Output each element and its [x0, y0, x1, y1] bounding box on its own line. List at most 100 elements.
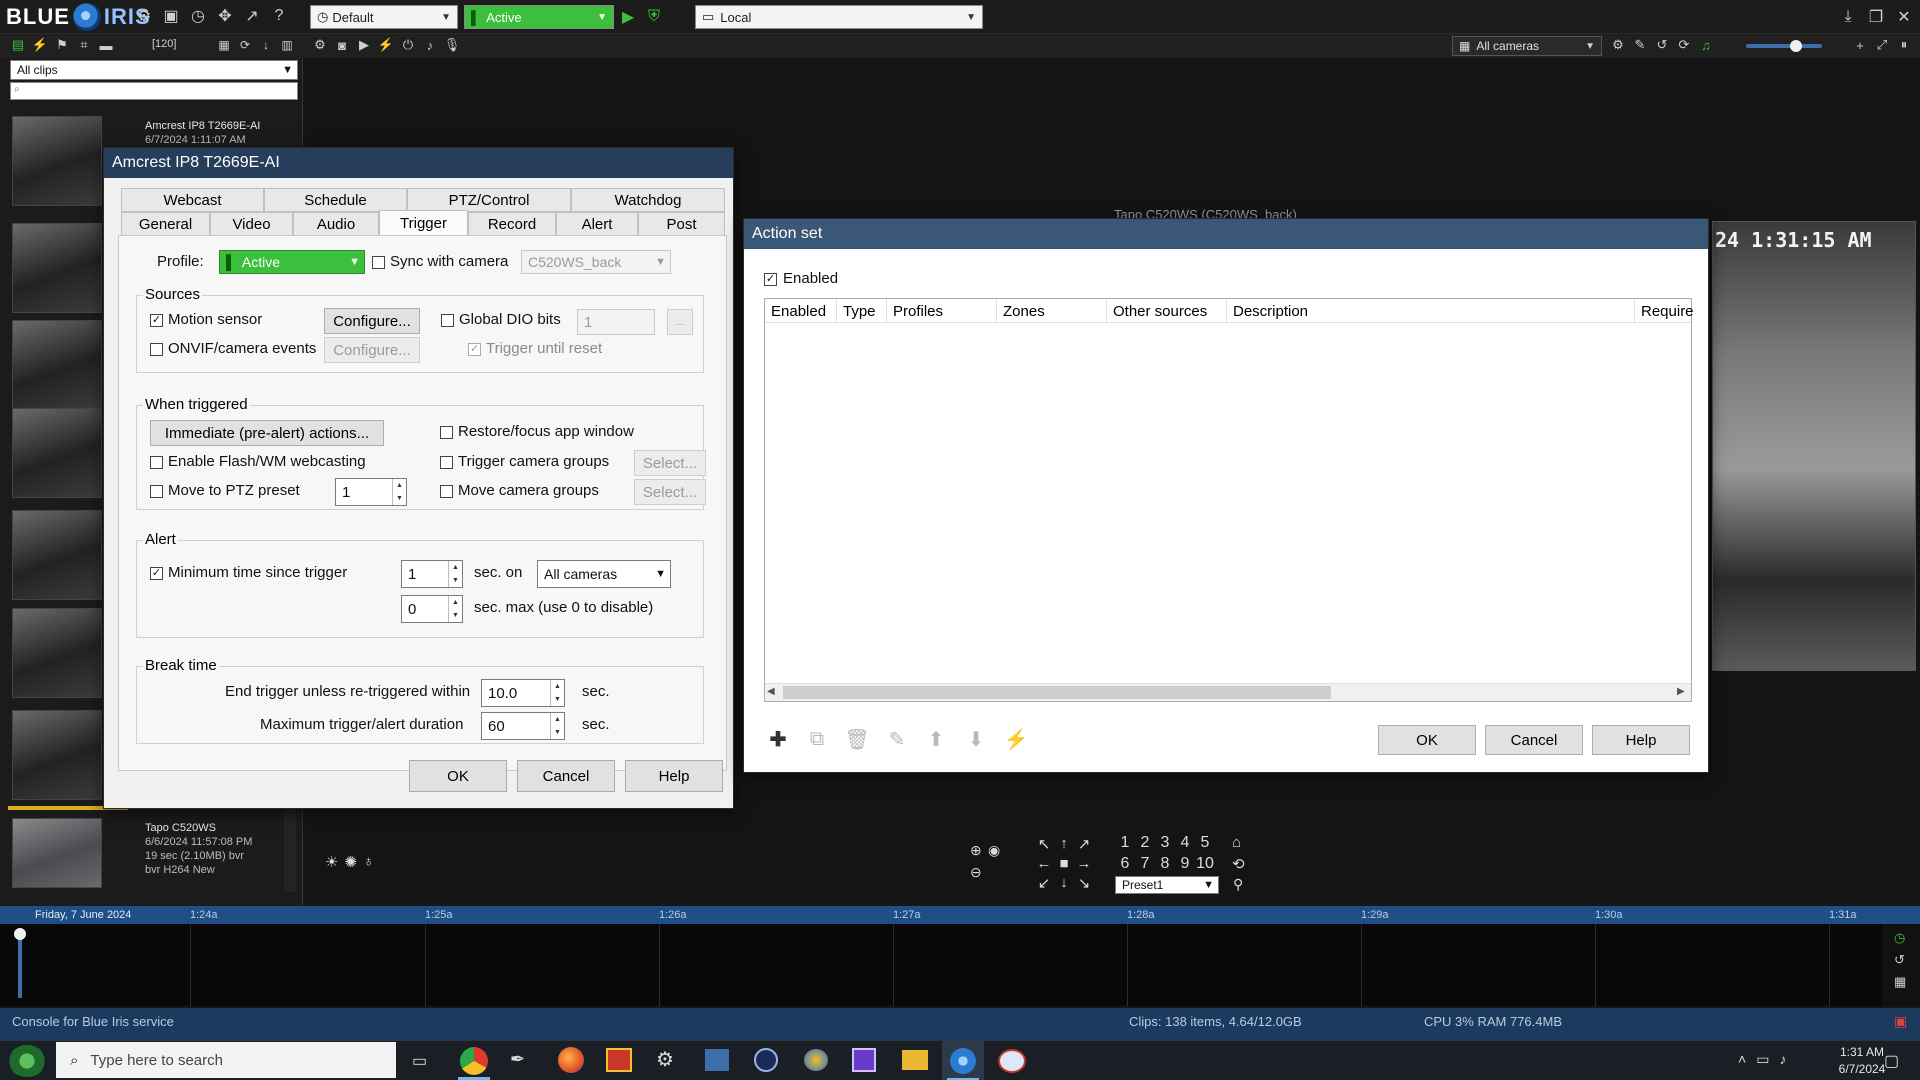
clip-thumbnail[interactable] — [12, 116, 102, 206]
history-icon[interactable]: ↺ — [1654, 37, 1670, 53]
live-clock-icon[interactable]: ◷ — [1894, 930, 1905, 946]
help-button[interactable]: Help — [625, 760, 723, 792]
zoom-in-icon[interactable]: ⊕ — [970, 842, 982, 859]
help-button[interactable]: Help — [1592, 725, 1690, 755]
configure-motion-button[interactable]: Configure... — [324, 308, 420, 334]
trigger-flash-icon[interactable]: ⚡ — [378, 37, 394, 53]
profile-select[interactable]: ◷ Default ▼ — [310, 5, 458, 29]
task-view-icon[interactable]: ▭ — [412, 1051, 427, 1071]
clip-thumbnail[interactable] — [12, 608, 102, 698]
ptz-preset-button[interactable]: 8 — [1155, 855, 1175, 873]
folder-icon[interactable]: ▬ — [98, 37, 114, 53]
min-time-stepper[interactable]: ▲ ▼ — [448, 561, 462, 587]
onvif-events-checkbox[interactable] — [150, 343, 163, 356]
chevron-up-icon[interactable]: ˄ — [1738, 1051, 1746, 1068]
test-flash-icon[interactable]: ⚡ — [1004, 727, 1029, 751]
camera-icon[interactable]: ◙ — [334, 37, 350, 53]
fullscreen-icon[interactable]: ⤢ — [1874, 37, 1890, 53]
select-trigger-groups-button[interactable]: Select... — [634, 450, 706, 476]
network-icon[interactable]: ▭ — [1756, 1051, 1769, 1068]
horizontal-scrollbar[interactable]: ◀ ▶ — [765, 683, 1691, 701]
location-pin-icon[interactable]: ⚲ — [1233, 876, 1243, 893]
clip-thumbnail[interactable] — [12, 818, 102, 888]
arrow-down-icon[interactable]: ↓ — [1054, 874, 1074, 892]
volume-slider[interactable] — [1746, 40, 1822, 52]
download-icon[interactable]: ⤓ — [1838, 7, 1858, 27]
ptz-preset-button[interactable]: 6 — [1115, 855, 1135, 873]
ptz-preset-button[interactable]: 9 — [1175, 855, 1195, 873]
clips-search-input[interactable]: ⌕ — [10, 82, 298, 100]
restore-window-icon[interactable]: ❐ — [1866, 7, 1886, 27]
arrow-up-left-icon[interactable]: ↖ — [1034, 835, 1054, 853]
clip-thumbnail[interactable] — [12, 510, 102, 600]
column-header-enabled[interactable]: Enabled — [765, 299, 837, 323]
dio-more-button[interactable]: ... — [667, 309, 693, 335]
clips-list-icon[interactable]: ▤ — [10, 37, 26, 53]
arrow-left-icon[interactable]: ← — [1034, 855, 1054, 872]
gear-icon[interactable]: ⚙ — [1610, 37, 1626, 53]
trigger-profile-select[interactable]: ▌ Active ▼ — [219, 250, 365, 274]
move-ptz-checkbox[interactable] — [150, 485, 163, 498]
app-icon[interactable] — [754, 1048, 778, 1072]
shield-check-icon[interactable]: ⛨ — [644, 7, 664, 27]
enabled-checkbox[interactable]: ✓ — [764, 273, 777, 286]
edit-icon[interactable]: ✎ — [885, 727, 909, 751]
move-down-icon[interactable]: ⬇ — [964, 727, 988, 751]
app-icon[interactable] — [852, 1048, 876, 1072]
max-time-input[interactable]: 0 ▲ ▼ — [401, 595, 463, 623]
volume-icon[interactable]: ♪ — [1779, 1051, 1786, 1068]
sync-with-camera-checkbox[interactable] — [372, 256, 385, 269]
ptz-preset-button[interactable]: 1 — [1115, 834, 1135, 852]
move-groups-checkbox[interactable] — [440, 485, 453, 498]
sync-camera-select[interactable]: C520WS_back ▼ — [521, 250, 671, 274]
immediate-actions-button[interactable]: Immediate (pre-alert) actions... — [150, 420, 384, 446]
calendar-icon[interactable]: ▦ — [1894, 974, 1906, 990]
max-duration-input[interactable]: 60 ▲ ▼ — [481, 712, 565, 740]
cameras-select[interactable]: ▦ All cameras ▼ — [1452, 36, 1602, 56]
delete-trash-icon[interactable]: 🗑 — [844, 727, 869, 751]
settings-gear-icon[interactable]: ⚙ — [656, 1047, 674, 1072]
clip-thumbnail[interactable] — [12, 408, 102, 498]
power-icon[interactable]: ⏻ — [400, 37, 416, 53]
clips-filter-select[interactable]: All clips ▼ — [10, 60, 298, 80]
tab-post[interactable]: Post — [638, 212, 725, 236]
arrow-down-icon[interactable]: ↓ — [258, 37, 274, 53]
pen-icon[interactable]: ✒ — [510, 1049, 525, 1070]
ptz-preset-button[interactable]: 3 — [1155, 834, 1175, 852]
alert-icon[interactable]: ▣ — [1894, 1013, 1907, 1030]
configure-onvif-button[interactable]: Configure... — [324, 337, 420, 363]
end-trigger-input[interactable]: 10.0 ▲ ▼ — [481, 679, 565, 707]
camera-feed[interactable]: 24 1:31:15 AM — [1712, 221, 1916, 671]
rewind-icon[interactable]: ↺ — [1894, 952, 1905, 968]
tab-audio[interactable]: Audio — [293, 212, 379, 236]
move-icon[interactable]: ✥ — [215, 6, 235, 26]
gear-icon[interactable]: ⚙ — [312, 37, 328, 53]
tab-video[interactable]: Video — [210, 212, 293, 236]
app-icon[interactable] — [804, 1049, 828, 1071]
book-icon[interactable]: ▥ — [279, 37, 295, 53]
min-time-input[interactable]: 1 ▲ ▼ — [401, 560, 463, 588]
settings-gear-icon[interactable]: ⚙ — [134, 6, 154, 26]
tab-watchdog[interactable]: Watchdog — [571, 188, 725, 212]
speaker-icon[interactable]: ♪ — [422, 37, 438, 53]
enable-flash-checkbox[interactable] — [150, 456, 163, 469]
column-header-type[interactable]: Type — [837, 299, 887, 323]
column-header-require[interactable]: Require — [1635, 299, 1694, 323]
end-trigger-stepper[interactable]: ▲ ▼ — [550, 680, 564, 706]
help-icon[interactable]: ? — [269, 6, 289, 26]
max-time-stepper[interactable]: ▲ ▼ — [448, 596, 462, 622]
clock-icon[interactable]: ◷ — [188, 6, 208, 26]
tab-trigger[interactable]: Trigger — [379, 210, 468, 236]
ok-button[interactable]: OK — [1378, 725, 1476, 755]
video-icon[interactable]: ▶ — [356, 37, 372, 53]
refresh-icon[interactable]: ⟳ — [1676, 37, 1692, 53]
notifications-icon[interactable]: ▢ — [1884, 1051, 1899, 1071]
ok-button[interactable]: OK — [409, 760, 507, 792]
column-header-other-sources[interactable]: Other sources — [1107, 299, 1227, 323]
select-move-groups-button[interactable]: Select... — [634, 479, 706, 505]
start-button-icon[interactable] — [8, 1045, 46, 1077]
duplicate-icon[interactable]: ⧉ — [805, 727, 829, 751]
stop-icon[interactable]: ■ — [1054, 855, 1074, 872]
trigger-until-reset-checkbox[interactable]: ✓ — [468, 343, 481, 356]
tab-alert[interactable]: Alert — [556, 212, 638, 236]
